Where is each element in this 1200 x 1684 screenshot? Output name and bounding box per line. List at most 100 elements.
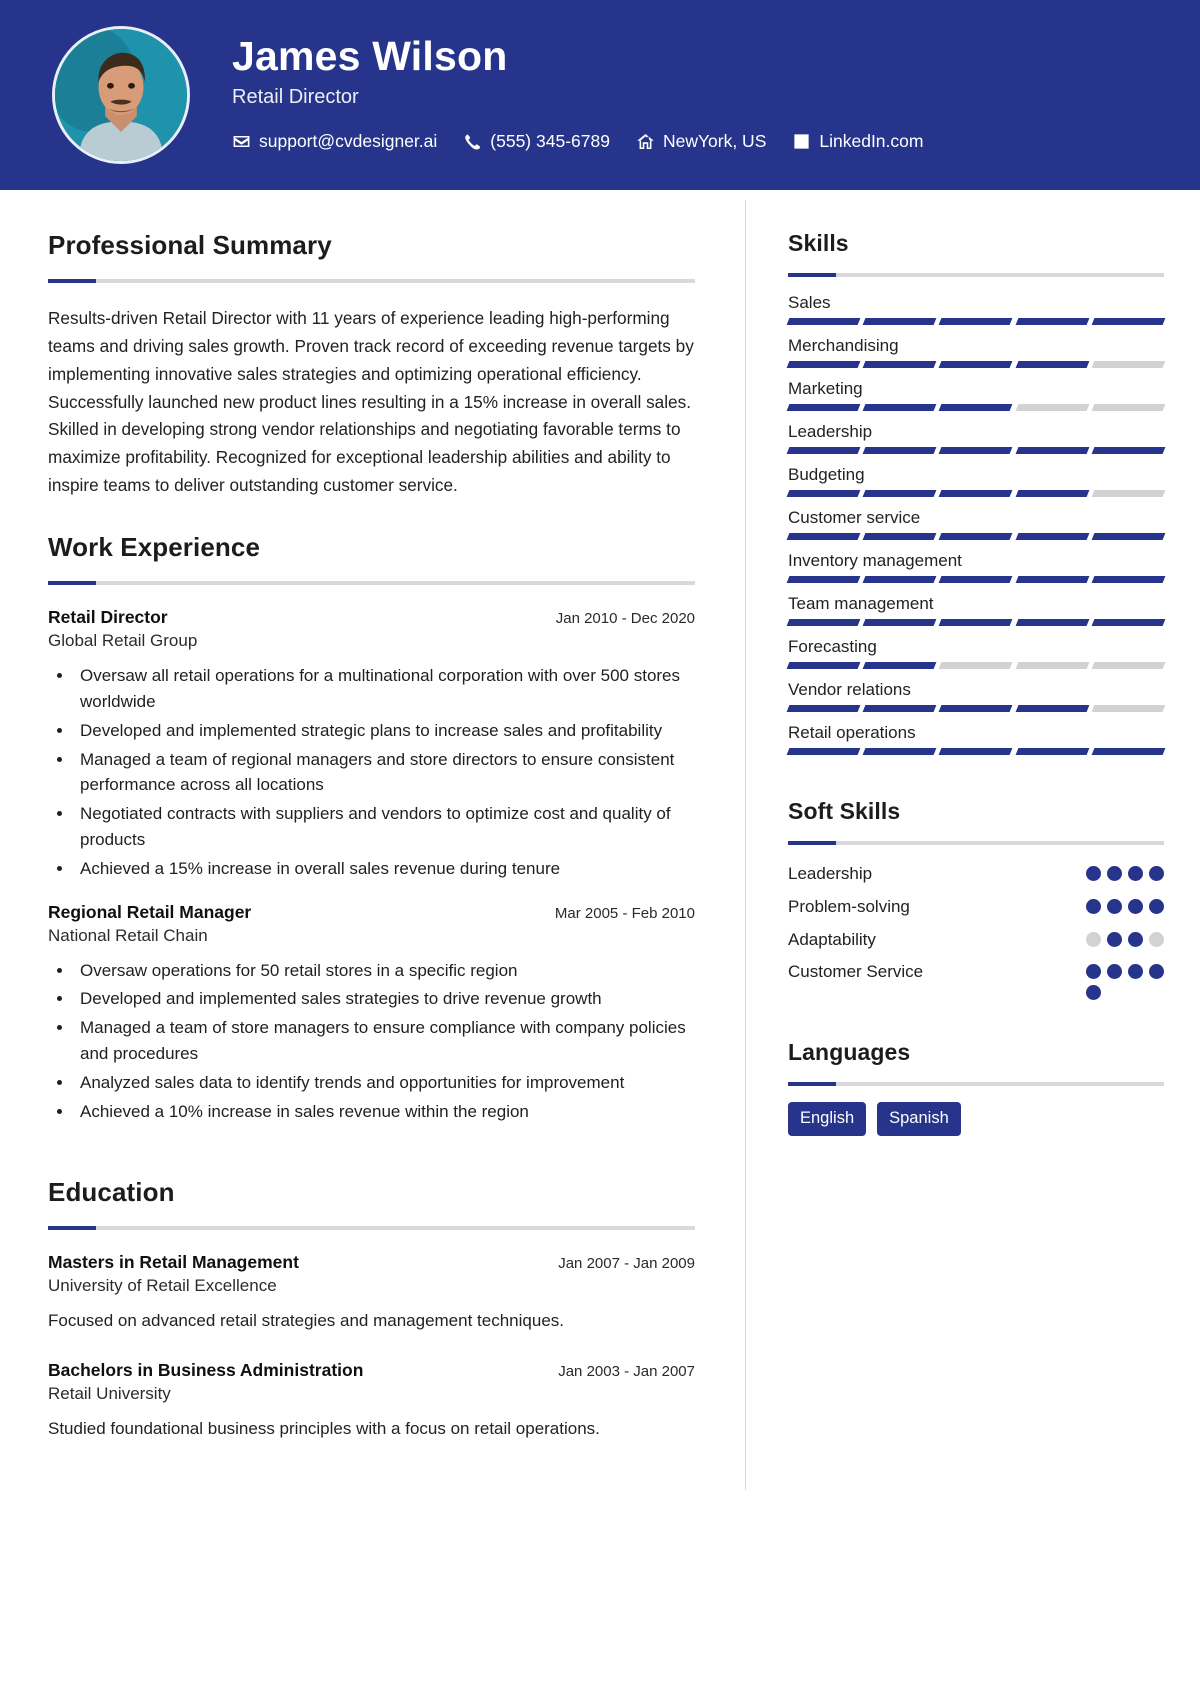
rating-dot: [1107, 866, 1122, 881]
skill-row: Forecasting: [786, 637, 1166, 669]
rating-dot: [1107, 964, 1122, 980]
experience-entry-head: Regional Retail Manager Mar 2005 - Feb 2…: [48, 902, 695, 923]
section-education: Education Masters in Retail Management J…: [48, 1177, 695, 1443]
soft-skill-rating: [1086, 959, 1164, 1001]
contact-email[interactable]: support@cvdesigner.ai: [232, 131, 437, 152]
rating-dot: [1086, 964, 1101, 980]
skill-segment: [1091, 576, 1166, 583]
skill-label: Merchandising: [788, 336, 899, 355]
skill-segment: [862, 361, 937, 368]
skill-row: Marketing: [786, 379, 1166, 411]
soft-skill-rating: [1086, 861, 1164, 881]
skill-segment: [938, 619, 1014, 626]
rating-dot: [1107, 898, 1122, 914]
skill-label: Leadership: [788, 422, 873, 441]
skill-level-bar: [786, 619, 1166, 626]
skill-segment: [1015, 748, 1090, 755]
education-degree: Bachelors in Business Administration: [48, 1359, 364, 1380]
soft-skill-row: Problem-solving: [788, 894, 1164, 920]
list-item: Analyzed sales data to identify trends a…: [74, 1070, 695, 1096]
languages-list: English Spanish: [788, 1102, 1164, 1137]
education-description: Focused on advanced retail strategies an…: [48, 1310, 564, 1330]
soft-skill-row: Leadership: [788, 861, 1164, 887]
skill-segment: [786, 533, 861, 540]
education-school: Retail University: [48, 1383, 171, 1403]
contact-linkedin-label: LinkedIn.com: [819, 130, 924, 151]
skill-row: Retail operations: [786, 723, 1166, 755]
list-item: Developed and implemented sales strategi…: [74, 986, 695, 1012]
skills-list: Sales Merchandising Marketing Leadership Bud…: [786, 293, 1166, 755]
summary-heading: Professional Summary: [48, 230, 332, 260]
section-professional-summary: Professional Summary Results-driven Reta…: [48, 230, 695, 500]
skill-segment: [938, 576, 1014, 583]
rating-dot: [1128, 964, 1143, 980]
languages-heading: Languages: [788, 1039, 911, 1066]
skill-level-bar: [786, 361, 1166, 368]
skill-segment: [938, 318, 1014, 325]
skill-segment: [938, 404, 1014, 411]
skill-row: Sales: [786, 293, 1166, 325]
education-heading: Education: [48, 1176, 175, 1207]
skill-segment: [1091, 490, 1166, 497]
education-entry: Bachelors in Business Administration Jan…: [48, 1360, 695, 1442]
experience-entry: Regional Retail Manager Mar 2005 - Feb 2…: [48, 902, 695, 1125]
section-work-experience: Work Experience Retail Director Jan 2010…: [48, 532, 695, 1125]
contact-linkedin[interactable]: LinkedIn.com: [792, 131, 923, 152]
skill-segment: [862, 404, 937, 411]
soft-skills-list: Leadership Problem-solving Adaptability Cus…: [788, 861, 1164, 1001]
skill-segment: [1015, 705, 1090, 712]
list-item: Oversaw all retail operations for a mult…: [74, 663, 695, 715]
phone-icon: [463, 132, 482, 151]
contact-location[interactable]: NewYork, US: [636, 131, 766, 152]
language-chip[interactable]: English: [788, 1102, 867, 1137]
skill-row: Budgeting: [786, 465, 1166, 497]
skill-label: Retail operations: [788, 723, 916, 742]
skill-level-bar: [786, 576, 1166, 583]
skill-segment: [1091, 533, 1166, 540]
skill-segment: [786, 318, 861, 325]
skill-segment: [938, 490, 1014, 497]
experience-entry-head: Retail Director Jan 2010 - Dec 2020: [48, 607, 695, 628]
skill-segment: [862, 705, 937, 712]
skills-divider: [788, 273, 1164, 277]
rating-dot: [1086, 898, 1101, 914]
skill-segment: [786, 619, 861, 626]
contact-location-label: NewYork, US: [662, 130, 767, 151]
skill-segment: [786, 490, 861, 497]
language-chip[interactable]: Spanish: [877, 1102, 961, 1137]
rating-dot: [1149, 866, 1164, 881]
skill-segment: [786, 662, 861, 669]
skill-segment: [786, 748, 861, 755]
summary-text: Results-driven Retail Director with 11 y…: [48, 308, 694, 496]
list-item: Oversaw operations for 50 retail stores …: [74, 958, 695, 984]
full-name: James Wilson: [232, 33, 508, 80]
education-divider: [48, 1225, 695, 1230]
skill-label: Customer service: [788, 508, 921, 527]
experience-position: Regional Retail Manager: [48, 901, 252, 922]
envelope-icon: [232, 132, 251, 151]
rating-dot: [1149, 931, 1164, 947]
main-column: Professional Summary Results-driven Reta…: [0, 200, 745, 1490]
languages-divider: [788, 1082, 1164, 1087]
skill-segment: [862, 748, 937, 755]
contact-phone[interactable]: (555) 345-6789: [463, 131, 610, 152]
soft-skill-row: Adaptability: [788, 927, 1164, 953]
list-item: Achieved a 10% increase in sales revenue…: [74, 1099, 695, 1125]
skill-segment: [938, 447, 1014, 454]
soft-skill-rating: [1086, 927, 1164, 947]
soft-skill-label: Adaptability: [788, 929, 876, 949]
skill-label: Team management: [788, 594, 934, 613]
avatar: [52, 26, 190, 164]
list-item: Developed and implemented strategic plan…: [74, 718, 695, 744]
skill-segment: [786, 361, 861, 368]
skill-segment: [1091, 662, 1166, 669]
experience-bullets: Oversaw operations for 50 retail stores …: [74, 958, 695, 1125]
section-soft-skills: Soft Skills Leadership Problem-solving Ada…: [788, 798, 1164, 1001]
resume-body: Professional Summary Results-driven Reta…: [0, 190, 1200, 1490]
experience-divider: [48, 581, 695, 586]
education-date: Jan 2003 - Jan 2007: [558, 1362, 695, 1380]
education-entry: Masters in Retail Management Jan 2007 - …: [48, 1252, 695, 1334]
skill-segment: [938, 533, 1014, 540]
experience-bullets: Oversaw all retail operations for a mult…: [74, 663, 695, 882]
